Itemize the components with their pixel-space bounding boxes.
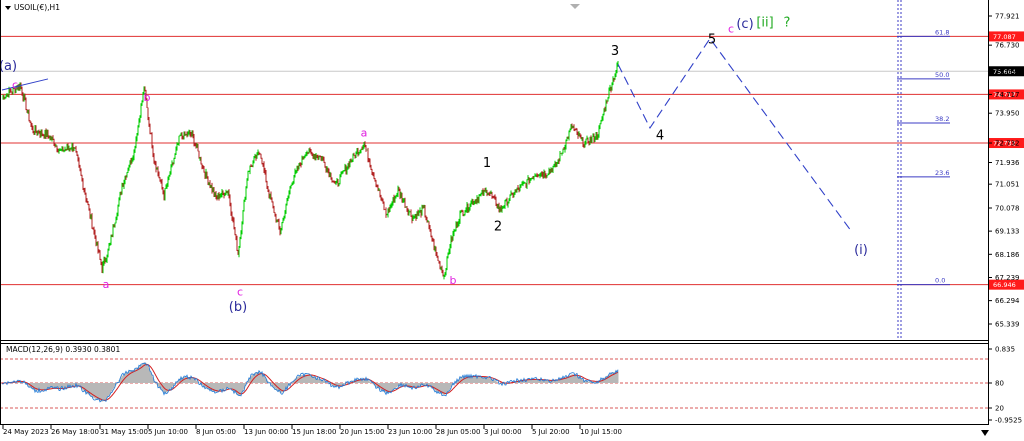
wave-label: c (237, 286, 243, 299)
time-tick-label: 8 Jun 05:00 (196, 428, 236, 436)
time-tick-label: 24 May 2023 (3, 428, 49, 436)
fib-ratio-label: 38.2 (935, 115, 949, 123)
symbol-label: USOIL(€),H1 (14, 3, 60, 12)
price-tick-label: 76.730 (995, 42, 1020, 50)
wave-label: ? (784, 15, 791, 30)
wave-label: (i) (854, 243, 868, 258)
price-tick-label: 69.133 (995, 228, 1020, 236)
time-tick-label: 10 Jul 15:00 (580, 428, 622, 436)
price-tick-label: 73.950 (995, 110, 1020, 118)
macd-tick-label: -0.9525 (995, 417, 1022, 425)
price-tick-label: 77.921 (995, 13, 1020, 21)
time-tick-label: 5 Jun 10:00 (148, 428, 188, 436)
price-tag-label: 77.087 (993, 33, 1016, 41)
wave-label: a (361, 126, 368, 139)
wave-label: a (103, 278, 110, 291)
wave-label: b (450, 274, 457, 287)
wave-label: 1 (483, 156, 491, 171)
time-tick-label: 15 Jun 18:00 (292, 428, 336, 436)
wave-label: (b) (229, 300, 247, 315)
wave-label: 3 (611, 44, 619, 59)
price-tick-label: 65.339 (995, 321, 1020, 329)
time-tick-label: 3 Jul 00:00 (484, 428, 522, 436)
wave-label: c (728, 22, 734, 35)
time-tick-label: 23 Jun 10:00 (388, 428, 432, 436)
trading-chart[interactable]: 77.08774.71772.73266.94675.664 61.850.03… (0, 0, 1024, 441)
price-tick-label: 72.732 (995, 140, 1020, 148)
wave-label: [ii] (756, 15, 773, 30)
fib-ratio-label: 0.0 (935, 277, 945, 285)
fib-ratio-label: 50.0 (935, 71, 949, 79)
price-tick-label: 68.186 (995, 251, 1020, 259)
wave-label: (c) (736, 17, 753, 32)
price-tick-label: 66.294 (995, 297, 1020, 305)
time-tick-label: 26 May 18:00 (51, 428, 99, 436)
macd-tick-label: 80 (995, 380, 1004, 388)
fib-ratio-label: 61.8 (935, 28, 949, 36)
price-tick-label: 74.717 (995, 91, 1020, 99)
price-tick-label: 71.936 (995, 159, 1020, 167)
time-tick-label: 5 Jul 20:00 (532, 428, 570, 436)
chart-background (0, 0, 1024, 441)
price-tick-label: 67.239 (995, 274, 1020, 282)
wave-label: c (12, 79, 18, 92)
wave-label: 2 (494, 220, 502, 235)
time-tick-label: 28 Jun 05:00 (436, 428, 480, 436)
wave-label: 4 (656, 128, 664, 143)
wave-label: (a) (0, 59, 17, 74)
wave-label: 5 (708, 32, 716, 47)
wave-label: b (144, 91, 151, 104)
price-tag-label: 66.946 (993, 281, 1016, 289)
price-tick-label: 70.078 (995, 204, 1020, 212)
macd-label: MACD(12,26,9) 0.3930 0.3801 (6, 345, 120, 354)
macd-tick-label: 0.835 (995, 346, 1015, 354)
price-tick-label: 71.051 (995, 181, 1020, 189)
price-tick-label: 75.664 (995, 68, 1020, 76)
macd-tick-label: 20 (995, 405, 1004, 413)
time-tick-label: 31 May 15:00 (100, 428, 148, 436)
time-tick-label: 20 Jun 15:00 (340, 428, 384, 436)
time-tick-label: 13 Jun 00:00 (244, 428, 288, 436)
fib-ratio-label: 23.6 (935, 169, 949, 177)
